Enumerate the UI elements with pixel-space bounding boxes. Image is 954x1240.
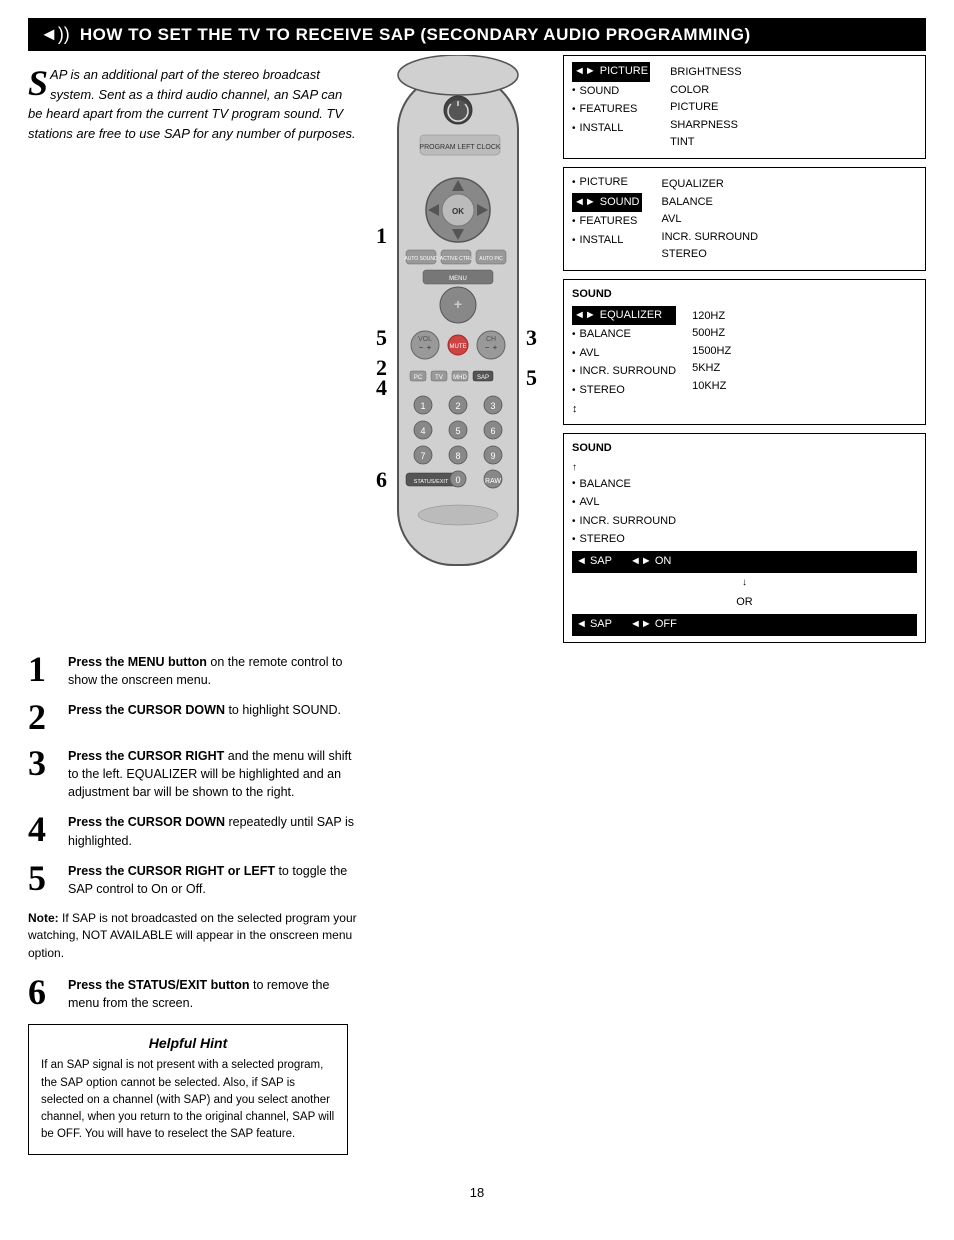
steps-column: 1 Press the MENU button on the remote co… — [28, 653, 368, 1155]
menu3-title: SOUND — [572, 286, 917, 304]
note-text: Note: If SAP is not broadcasted on the s… — [28, 910, 358, 962]
page-number: 18 — [28, 1185, 926, 1200]
menu-panels: ◄► PICTURE • SOUND • FEATURES — [563, 55, 926, 643]
step-6: 6 Press the STATUS/EXIT button to remove… — [28, 976, 358, 1012]
menu-row3-balance: • BALANCE — [572, 326, 676, 344]
svg-text:9: 9 — [490, 451, 495, 461]
menu-row3-avl: • AVL — [572, 345, 676, 363]
svg-text:ACTIVE CTRL: ACTIVE CTRL — [440, 256, 473, 262]
remote-step-3: 3 — [526, 325, 537, 351]
page: ◄)) How to Set the TV to Receive SAP (Se… — [0, 0, 954, 1240]
audio-icon: ◄)) — [40, 24, 70, 45]
remote-svg: PROGRAM LEFT CLOCK OK AUTO SOUND — [368, 55, 553, 575]
step-2: 2 Press the CURSOR DOWN to highlight SOU… — [28, 701, 358, 735]
svg-text:4: 4 — [420, 426, 425, 436]
menu-row-install: • INSTALL — [572, 120, 650, 138]
step-4: 4 Press the CURSOR DOWN repeatedly until… — [28, 813, 358, 849]
remote-control: PROGRAM LEFT CLOCK OK AUTO SOUND — [368, 55, 553, 575]
svg-text:MHD: MHD — [453, 375, 467, 381]
remote-step-4: 4 — [376, 375, 387, 401]
svg-text:MUTE: MUTE — [450, 344, 467, 350]
menu-panel-equalizer: SOUND ◄► EQUALIZER • BALANCE — [563, 279, 926, 425]
menu-panel-picture: ◄► PICTURE • SOUND • FEATURES — [563, 55, 926, 159]
remote-step-1: 1 — [376, 223, 387, 249]
svg-text:−: − — [485, 343, 490, 352]
menu-row2-features: • FEATURES — [572, 213, 642, 231]
svg-text:2: 2 — [455, 401, 460, 411]
header-bar: ◄)) How to Set the TV to Receive SAP (Se… — [28, 18, 926, 51]
svg-text:STATUS/EXIT: STATUS/EXIT — [414, 479, 449, 485]
page-title: How to Set the TV to Receive SAP (Second… — [80, 25, 751, 45]
svg-text:AUTO PIC: AUTO PIC — [479, 256, 503, 262]
helpful-hint-text: If an SAP signal is not present with a s… — [41, 1057, 335, 1143]
menu-row2-sound-highlighted: ◄► SOUND — [572, 193, 642, 213]
svg-text:+: + — [427, 343, 432, 352]
svg-text:1: 1 — [420, 401, 425, 411]
svg-text:7: 7 — [420, 451, 425, 461]
helpful-hint-box: Helpful Hint If an SAP signal is not pre… — [28, 1024, 348, 1154]
or-text: OR — [572, 594, 917, 612]
sap-on-row: ◄ SAP ◄► ON — [572, 551, 917, 573]
menu-row-features: • FEATURES — [572, 101, 650, 119]
svg-text:VOL: VOL — [418, 336, 432, 343]
svg-text:5: 5 — [455, 426, 460, 436]
menu-row3-eq-highlighted: ◄► EQUALIZER — [572, 306, 676, 326]
menu-row3-stereo: • STEREO — [572, 382, 676, 400]
svg-text:6: 6 — [490, 426, 495, 436]
svg-text:+: + — [454, 296, 462, 312]
menu-row-picture-highlighted: ◄► PICTURE — [572, 62, 650, 82]
remote-step-5b: 5 — [526, 365, 537, 391]
svg-text:TV: TV — [435, 375, 443, 381]
svg-text:SAP: SAP — [477, 375, 489, 381]
sap-off-row: ◄ SAP ◄► OFF — [572, 614, 917, 636]
svg-text:RAW: RAW — [485, 478, 501, 485]
menu-row4-avl: • AVL — [572, 494, 917, 512]
menu-row4-stereo: • STEREO — [572, 531, 917, 549]
helpful-hint-title: Helpful Hint — [41, 1035, 335, 1051]
svg-text:−: − — [419, 343, 424, 352]
svg-text:0: 0 — [455, 475, 460, 485]
svg-text:3: 3 — [490, 401, 495, 411]
menu-row-sound: • SOUND — [572, 83, 650, 101]
menu-panel-sound: • PICTURE ◄► SOUND • FEATURES — [563, 167, 926, 271]
menu-row4-balance: • BALANCE — [572, 476, 917, 494]
svg-text:8: 8 — [455, 451, 460, 461]
step-5: 5 Press the CURSOR RIGHT or LEFT to togg… — [28, 862, 358, 898]
remote-step-5a: 5 — [376, 325, 387, 351]
intro-text: SAP is an additional part of the stereo … — [28, 65, 368, 143]
remote-step-6: 6 — [376, 467, 387, 493]
menu-panel-sap: SOUND ↑ • BALANCE • AVL • INCR. SURROUN — [563, 433, 926, 643]
menu-row4-incr: • INCR. SURROUND — [572, 513, 917, 531]
svg-text:+: + — [493, 343, 498, 352]
drop-cap: S — [28, 65, 48, 101]
svg-text:MENU: MENU — [449, 276, 467, 282]
menu4-title: SOUND — [572, 440, 917, 458]
menu-row2-install: • INSTALL — [572, 232, 642, 250]
step-3: 3 Press the CURSOR RIGHT and the menu wi… — [28, 747, 358, 801]
svg-text:AUTO SOUND: AUTO SOUND — [404, 256, 438, 262]
svg-text:CH: CH — [486, 336, 496, 343]
svg-text:PROGRAM LEFT CLOCK: PROGRAM LEFT CLOCK — [419, 144, 500, 151]
svg-text:OK: OK — [452, 207, 464, 216]
menu-row2-picture: • PICTURE — [572, 174, 642, 192]
step-1: 1 Press the MENU button on the remote co… — [28, 653, 358, 689]
svg-text:PC: PC — [414, 375, 423, 381]
menu-row3-incr: • INCR. SURROUND — [572, 363, 676, 381]
